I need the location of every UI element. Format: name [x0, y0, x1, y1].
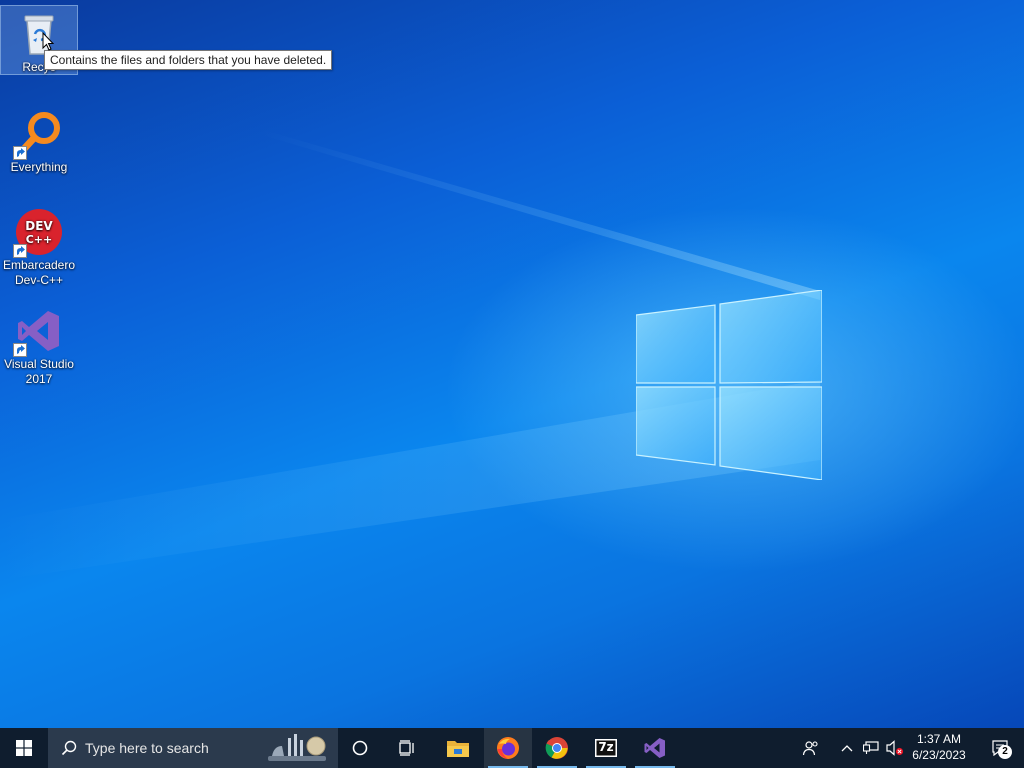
taskbar: Type here to search 7z 1:37 AM 6/23/2023…	[0, 728, 1024, 768]
everything-shortcut[interactable]: Everything	[1, 106, 77, 175]
search-highlight-illustration-icon	[268, 734, 326, 761]
7zip-icon-text: 7z	[598, 740, 614, 754]
folder-icon	[447, 741, 469, 757]
shortcut-arrow-icon	[13, 146, 27, 160]
windows-logo-wallpaper	[636, 290, 822, 480]
network-button[interactable]	[860, 728, 882, 768]
7zip-taskbar-button[interactable]: 7z	[582, 728, 630, 768]
visual-studio-icon	[13, 307, 63, 357]
svg-text:C++: C++	[26, 233, 53, 246]
search-box[interactable]: Type here to search	[48, 728, 338, 768]
notification-count-badge: 2	[998, 745, 1012, 759]
desktop[interactable]: Recyc Everything DEV C++ Embarcadero Dev…	[0, 0, 1024, 728]
windows-start-icon	[16, 740, 32, 756]
devcpp-shortcut[interactable]: DEV C++ Embarcadero Dev-C++	[1, 204, 77, 288]
action-center-button[interactable]: 2	[980, 728, 1020, 768]
svg-text:DEV: DEV	[25, 219, 53, 233]
clock[interactable]: 1:37 AM 6/23/2023	[906, 728, 972, 768]
start-button[interactable]	[0, 728, 48, 768]
devcpp-icon: DEV C++	[13, 208, 63, 258]
cortana-button[interactable]	[338, 728, 382, 768]
devcpp-label-line1: Embarcadero	[2, 258, 76, 272]
search-icon	[61, 740, 77, 756]
clock-date: 6/23/2023	[912, 748, 966, 762]
show-hidden-icons-button[interactable]	[836, 728, 858, 768]
visual-studio-label-line1: Visual Studio	[4, 357, 74, 371]
mouse-cursor-icon	[42, 32, 55, 51]
firefox-icon	[497, 737, 519, 759]
visual-studio-shortcut[interactable]: Visual Studio 2017	[1, 303, 77, 387]
people-button[interactable]	[797, 728, 825, 768]
cortana-circle-icon	[352, 740, 368, 756]
task-view-button[interactable]	[384, 728, 432, 768]
shortcut-arrow-icon	[13, 244, 27, 258]
visual-studio-taskbar-button[interactable]	[631, 728, 679, 768]
devcpp-label-line2: Dev-C++	[14, 273, 64, 287]
chrome-icon	[545, 737, 568, 759]
people-icon	[802, 741, 818, 756]
shortcut-arrow-icon	[13, 343, 27, 357]
network-icon	[863, 741, 879, 754]
light-beam	[260, 129, 820, 300]
volume-muted-icon	[886, 740, 904, 756]
task-view-icon	[399, 740, 414, 756]
volume-button[interactable]	[884, 728, 906, 768]
everything-icon	[13, 110, 63, 160]
clock-time: 1:37 AM	[916, 732, 962, 746]
visual-studio-label-line2: 2017	[25, 372, 53, 386]
chevron-up-icon	[841, 745, 853, 752]
search-placeholder: Type here to search	[85, 740, 209, 756]
recycle-bin-tooltip: Contains the files and folders that you …	[44, 50, 333, 70]
everything-label: Everything	[10, 160, 68, 174]
file-explorer-taskbar-button[interactable]	[434, 728, 482, 768]
chrome-taskbar-button[interactable]	[533, 728, 581, 768]
firefox-taskbar-button[interactable]	[484, 728, 532, 768]
visual-studio-icon	[644, 738, 665, 758]
